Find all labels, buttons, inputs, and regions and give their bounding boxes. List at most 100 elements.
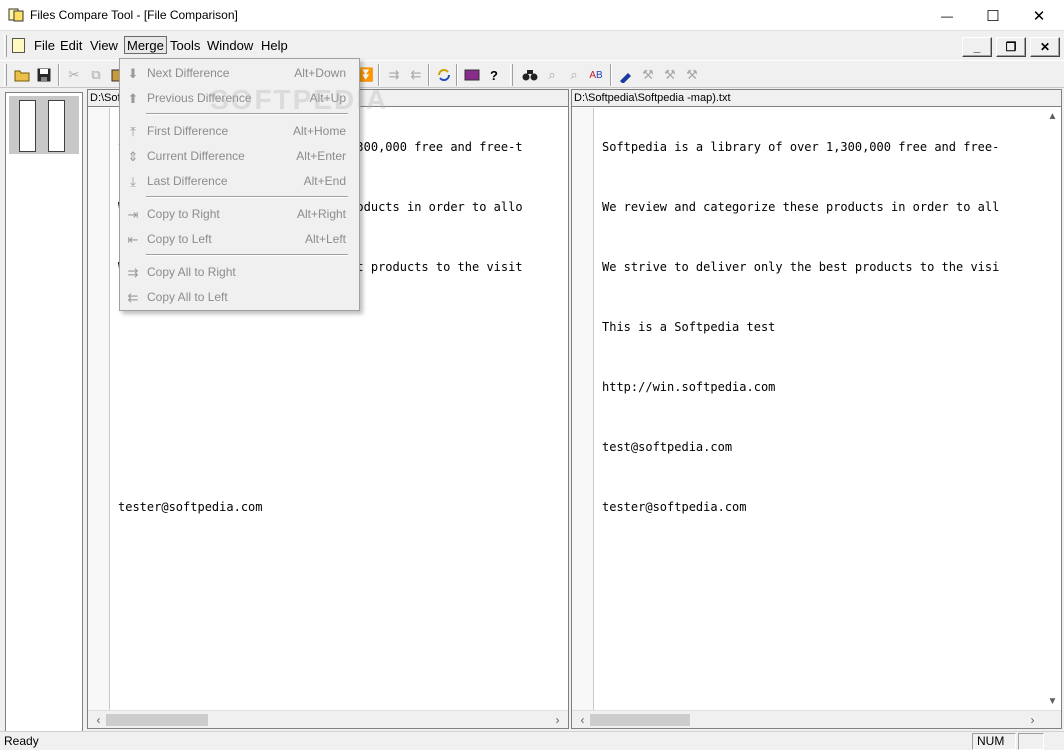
toolbar-grip [510, 64, 513, 86]
overview-panel[interactable] [5, 92, 83, 734]
right-line: test@softpedia.com [602, 440, 733, 454]
arrow-down-icon: ⬇ [127, 65, 139, 81]
copy-all-right-icon[interactable]: ⇉ [384, 65, 404, 85]
menu-bar: File Edit View Merge Tools Window Help [0, 32, 1064, 59]
mdi-close-icon: ✕ [1039, 40, 1051, 54]
left-line [118, 319, 564, 351]
menu-item-label: Current Difference [147, 149, 245, 163]
menu-next-difference[interactable]: ⬇ Next Difference Alt+Down [120, 61, 359, 86]
find-icon[interactable] [520, 65, 540, 85]
scroll-left-icon[interactable]: ‹ [574, 711, 591, 729]
right-file-path: D:\Softpedia\Softpedia -map).txt [572, 90, 1061, 107]
menu-item-label: Copy All to Left [147, 290, 228, 304]
close-icon: ✕ [1032, 7, 1046, 25]
right-horizontal-scrollbar[interactable]: ‹ › [572, 710, 1061, 728]
document-icon[interactable] [12, 38, 25, 53]
save-icon[interactable] [34, 65, 54, 85]
help-book-icon[interactable] [462, 65, 482, 85]
menu-item-shortcut: Alt+Right [296, 207, 346, 221]
menu-copy-all-to-right[interactable]: ⇉ Copy All to Right [120, 260, 359, 285]
help-question-icon[interactable]: ? [484, 65, 504, 85]
menu-copy-to-right[interactable]: ⇥ Copy to Right Alt+Right [120, 202, 359, 227]
mdi-restore-button[interactable]: ❐ [996, 37, 1026, 57]
menu-item-shortcut: Alt+Left [304, 232, 346, 246]
refresh-icon[interactable] [434, 65, 454, 85]
menu-separator [146, 196, 348, 198]
left-line [118, 439, 564, 471]
scroll-right-icon[interactable]: › [549, 711, 566, 729]
maximize-button[interactable]: ☐ [970, 0, 1016, 31]
mdi-minimize-button[interactable]: _ [962, 37, 992, 57]
menu-copy-to-left[interactable]: ⇤ Copy to Left Alt+Left [120, 227, 359, 252]
cut-icon[interactable]: ✂ [64, 65, 84, 85]
menu-separator [146, 113, 348, 115]
merge-dropdown-menu: ⬇ Next Difference Alt+Down ⬆ Previous Di… [119, 58, 360, 311]
title-bar: Files Compare Tool - [File Comparison] —… [0, 0, 1064, 31]
arrow-first-icon: ⤒ [130, 123, 136, 139]
menu-first-difference[interactable]: ⤒ First Difference Alt+Home [120, 119, 359, 144]
window-title: Files Compare Tool - [File Comparison] [30, 8, 238, 22]
left-line [118, 379, 564, 411]
open-folder-icon[interactable] [12, 65, 32, 85]
arrow-up-icon: ⬆ [127, 90, 139, 106]
copy-all-right-icon: ⇉ [127, 264, 139, 280]
menu-item-shortcut: Alt+Down [294, 66, 346, 80]
right-gutter [572, 108, 594, 710]
menu-file[interactable]: File [32, 37, 57, 55]
left-horizontal-scrollbar[interactable]: ‹ › [88, 710, 568, 728]
right-vertical-scrollbar[interactable]: ▲ ▼ [1044, 108, 1061, 710]
num-lock-indicator: NUM [972, 733, 1016, 750]
toolbar-separator [58, 64, 60, 86]
bookmark-clear-icon[interactable]: ⚒ [682, 65, 702, 85]
replace-icon[interactable]: ⌕ [564, 65, 584, 85]
menu-item-shortcut: Alt+Home [292, 124, 346, 138]
copy-all-left-icon[interactable]: ⇇ [406, 65, 426, 85]
scroll-thumb[interactable] [590, 714, 690, 726]
copy-icon[interactable]: ⧉ [86, 65, 106, 85]
menubar-grip [4, 35, 7, 57]
menu-item-label: Next Difference [147, 66, 230, 80]
menu-view[interactable]: View [88, 37, 120, 55]
bookmark-prev-icon[interactable]: ⚒ [660, 65, 680, 85]
menu-merge[interactable]: Merge [124, 36, 167, 54]
left-gutter [88, 108, 110, 710]
menu-tools[interactable]: Tools [168, 37, 202, 55]
maximize-icon: ☐ [986, 7, 1000, 25]
right-file-pane: D:\Softpedia\Softpedia -map).txt Softped… [571, 89, 1062, 729]
menu-item-label: Previous Difference [147, 91, 252, 105]
copy-left-icon: ⇤ [127, 231, 139, 247]
scroll-thumb[interactable] [106, 714, 208, 726]
menu-window[interactable]: Window [205, 37, 255, 55]
overview-right-bar [48, 100, 65, 152]
toolbar-separator [428, 64, 430, 86]
right-line: tester@softpedia.com [602, 500, 747, 514]
spell-icon[interactable]: AB [586, 65, 606, 85]
overview-bar-area [9, 96, 79, 154]
scroll-right-icon[interactable]: › [1024, 711, 1041, 729]
close-button[interactable]: ✕ [1016, 0, 1062, 31]
menu-copy-all-to-left[interactable]: ⇇ Copy All to Left [120, 285, 359, 310]
scroll-down-icon[interactable]: ▼ [1044, 693, 1061, 710]
scroll-up-icon[interactable]: ▲ [1044, 108, 1061, 125]
menu-item-label: First Difference [147, 124, 229, 138]
app-icon [8, 8, 24, 22]
right-line: http://win.softpedia.com [602, 380, 776, 394]
minimize-button[interactable]: — [924, 0, 970, 31]
right-text-area[interactable]: Softpedia is a library of over 1,300,000… [602, 111, 1039, 704]
bookmark-next-icon[interactable]: ⚒ [638, 65, 658, 85]
left-line: tester@softpedia.com [118, 500, 263, 514]
mdi-close-button[interactable]: ✕ [1030, 37, 1060, 57]
bookmark-icon[interactable] [616, 65, 636, 85]
menu-previous-difference[interactable]: ⬆ Previous Difference Alt+Up [120, 86, 359, 111]
current-diff-icon: ⇕ [127, 148, 139, 164]
menu-edit[interactable]: Edit [58, 37, 84, 55]
find-next-icon[interactable]: ⌕ [542, 65, 562, 85]
right-line: We strive to deliver only the best produ… [602, 260, 1000, 274]
menu-current-difference[interactable]: ⇕ Current Difference Alt+Enter [120, 144, 359, 169]
scroll-left-icon[interactable]: ‹ [90, 711, 107, 729]
menu-help[interactable]: Help [259, 37, 290, 55]
right-line: We review and categorize these products … [602, 200, 1000, 214]
copy-right-icon: ⇥ [127, 206, 139, 222]
menu-last-difference[interactable]: ⤓ Last Difference Alt+End [120, 169, 359, 194]
menu-separator [146, 254, 348, 256]
